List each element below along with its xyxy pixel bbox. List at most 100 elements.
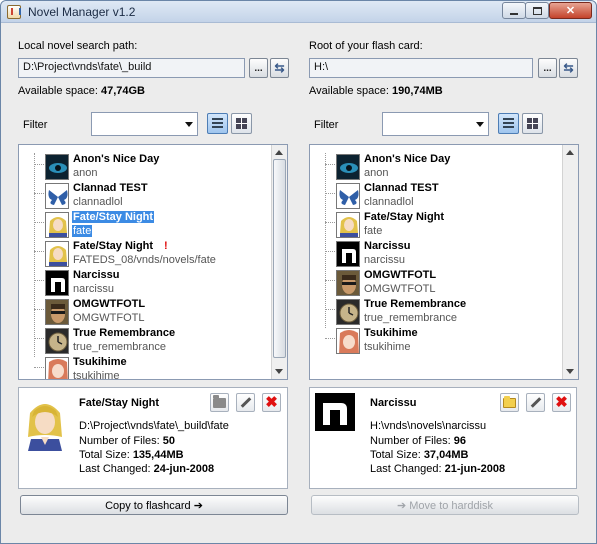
list-view-button[interactable]	[207, 113, 228, 134]
local-pane: Local novel search path: D:\Project\vnds…	[18, 23, 298, 543]
delete-x-icon: ✖	[555, 394, 568, 411]
space-label: Available space:	[309, 85, 389, 97]
delete-button[interactable]: ✖	[552, 393, 571, 412]
changed-value: 21-jun-2008	[444, 463, 506, 475]
browse-button[interactable]: ...	[249, 58, 268, 78]
tree-connector	[34, 338, 44, 339]
list-item[interactable]: True Remembrance true_remembrance	[325, 298, 565, 327]
title-bar[interactable]: Novel Manager v1.2 ✕	[1, 1, 596, 23]
novel-tree[interactable]: Anon's Nice Day anon Clannad TEST clannadlo…	[309, 144, 579, 380]
scroll-up-icon[interactable]	[566, 150, 574, 155]
details-title: Fate/Stay Night	[79, 397, 160, 409]
list-item[interactable]: Fate/Stay Night! FATEDS_08/vnds/novels/fa…	[34, 240, 274, 269]
item-subtitle: anon	[73, 167, 98, 179]
available-space: Available space: 190,74MB	[309, 85, 443, 97]
item-title: Anon's Nice Day	[73, 153, 160, 165]
copy-to-flashcard-button[interactable]: Copy to flashcard ➔	[20, 495, 288, 515]
open-folder-button[interactable]	[210, 393, 229, 412]
edit-button[interactable]	[236, 393, 255, 412]
face-portrait-icon	[336, 270, 360, 296]
n-logo-icon	[311, 389, 361, 487]
item-title: Narcissu	[73, 269, 120, 281]
filter-combo[interactable]	[91, 112, 198, 136]
window-title: Novel Manager v1.2	[28, 4, 136, 19]
minimize-button[interactable]	[502, 2, 526, 19]
n-logo-icon	[336, 241, 360, 267]
item-title: Tsukihime	[364, 327, 418, 339]
delete-button[interactable]: ✖	[262, 393, 281, 412]
item-title: Narcissu	[364, 240, 411, 252]
details-size: Total Size: 135,44MB	[79, 449, 184, 461]
maximize-button[interactable]	[525, 2, 549, 19]
grid-view-button[interactable]	[522, 113, 543, 134]
filter-label: Filter	[314, 119, 339, 131]
open-folder-button[interactable]	[500, 393, 519, 412]
grid-view-icon	[236, 118, 247, 129]
details-changed: Last Changed: 21-jun-2008	[370, 463, 505, 475]
scroll-up-icon[interactable]	[275, 150, 283, 155]
item-subtitle: clannadlol	[364, 196, 414, 208]
browse-button[interactable]: ...	[538, 58, 557, 78]
item-title: Clannad TEST	[73, 182, 148, 194]
tree-connector	[325, 280, 335, 281]
list-item[interactable]: OMGWTFOTL OMGWTFOTL	[34, 298, 274, 327]
item-subtitle: FATEDS_08/vnds/novels/fate	[73, 254, 216, 266]
item-subtitle: fate	[72, 225, 93, 237]
details-title: Narcissu	[370, 397, 417, 409]
changed-value: 24-jun-2008	[153, 463, 215, 475]
list-item[interactable]: Tsukihime tsukihime	[325, 327, 565, 356]
filter-combo[interactable]	[382, 112, 489, 136]
flashcard-path-field[interactable]: H:\	[309, 58, 533, 78]
item-subtitle: narcissu	[73, 283, 114, 295]
item-title: Fate/Stay Night	[364, 211, 445, 223]
list-item[interactable]: Tsukihime tsukihime	[34, 356, 274, 379]
tree-connector	[325, 338, 335, 339]
novel-tree[interactable]: Anon's Nice Day anon Clannad TEST clannadlo…	[18, 144, 288, 380]
filter-label: Filter	[23, 119, 48, 131]
list-item[interactable]: Fate/Stay Night fate	[34, 211, 274, 240]
item-subtitle: OMGWTFOTL	[364, 283, 436, 295]
item-subtitle: true_remembrance	[364, 312, 457, 324]
app-window: Novel Manager v1.2 ✕ Local novel search …	[0, 0, 597, 544]
item-title: Anon's Nice Day	[364, 153, 451, 165]
local-path-label: Local novel search path:	[18, 40, 138, 52]
item-subtitle: anon	[364, 167, 389, 179]
tree-connector	[325, 164, 335, 165]
tree-connector	[34, 164, 44, 165]
delete-x-icon: ✖	[265, 394, 278, 411]
list-item[interactable]: Anon's Nice Day anon	[34, 153, 274, 182]
list-item[interactable]: Clannad TEST clannadlol	[34, 182, 274, 211]
list-item[interactable]: Narcissu narcissu	[34, 269, 274, 298]
warning-mark: !	[164, 240, 168, 252]
scroll-down-icon[interactable]	[275, 369, 283, 374]
close-button[interactable]: ✕	[549, 2, 592, 19]
list-item[interactable]: True Remembrance true_remembrance	[34, 327, 274, 356]
refresh-button[interactable]: ⇆	[559, 58, 578, 78]
tree-connector	[34, 222, 44, 223]
list-item[interactable]: OMGWTFOTL OMGWTFOTL	[325, 269, 565, 298]
files-value: 50	[162, 435, 176, 447]
list-item[interactable]: Narcissu narcissu	[325, 240, 565, 269]
list-item[interactable]: Anon's Nice Day anon	[325, 153, 565, 182]
vertical-scrollbar[interactable]	[271, 145, 287, 379]
flashcard-path-label: Root of your flash card:	[309, 40, 423, 52]
list-view-button[interactable]	[498, 113, 519, 134]
local-path-field[interactable]: D:\Project\vnds\fate\_build	[18, 58, 245, 78]
item-title: OMGWTFOTL	[364, 269, 437, 281]
move-to-harddisk-button[interactable]: ➔ Move to harddisk	[311, 495, 579, 515]
grid-view-button[interactable]	[231, 113, 252, 134]
list-item[interactable]: Fate/Stay Night fate	[325, 211, 565, 240]
scroll-thumb[interactable]	[273, 159, 286, 358]
refresh-button[interactable]: ⇆	[270, 58, 289, 78]
list-item[interactable]: Clannad TEST clannadlol	[325, 182, 565, 211]
details-changed: Last Changed: 24-jun-2008	[79, 463, 214, 475]
item-subtitle: clannadlol	[73, 196, 123, 208]
edit-button[interactable]	[526, 393, 545, 412]
item-subtitle: tsukihime	[364, 341, 411, 353]
vertical-scrollbar[interactable]	[562, 145, 578, 379]
scroll-down-icon[interactable]	[566, 369, 574, 374]
girl-portrait-icon	[45, 357, 69, 379]
face-portrait-icon	[45, 299, 69, 325]
item-subtitle: fate	[364, 225, 383, 237]
tree-connector	[325, 193, 335, 194]
